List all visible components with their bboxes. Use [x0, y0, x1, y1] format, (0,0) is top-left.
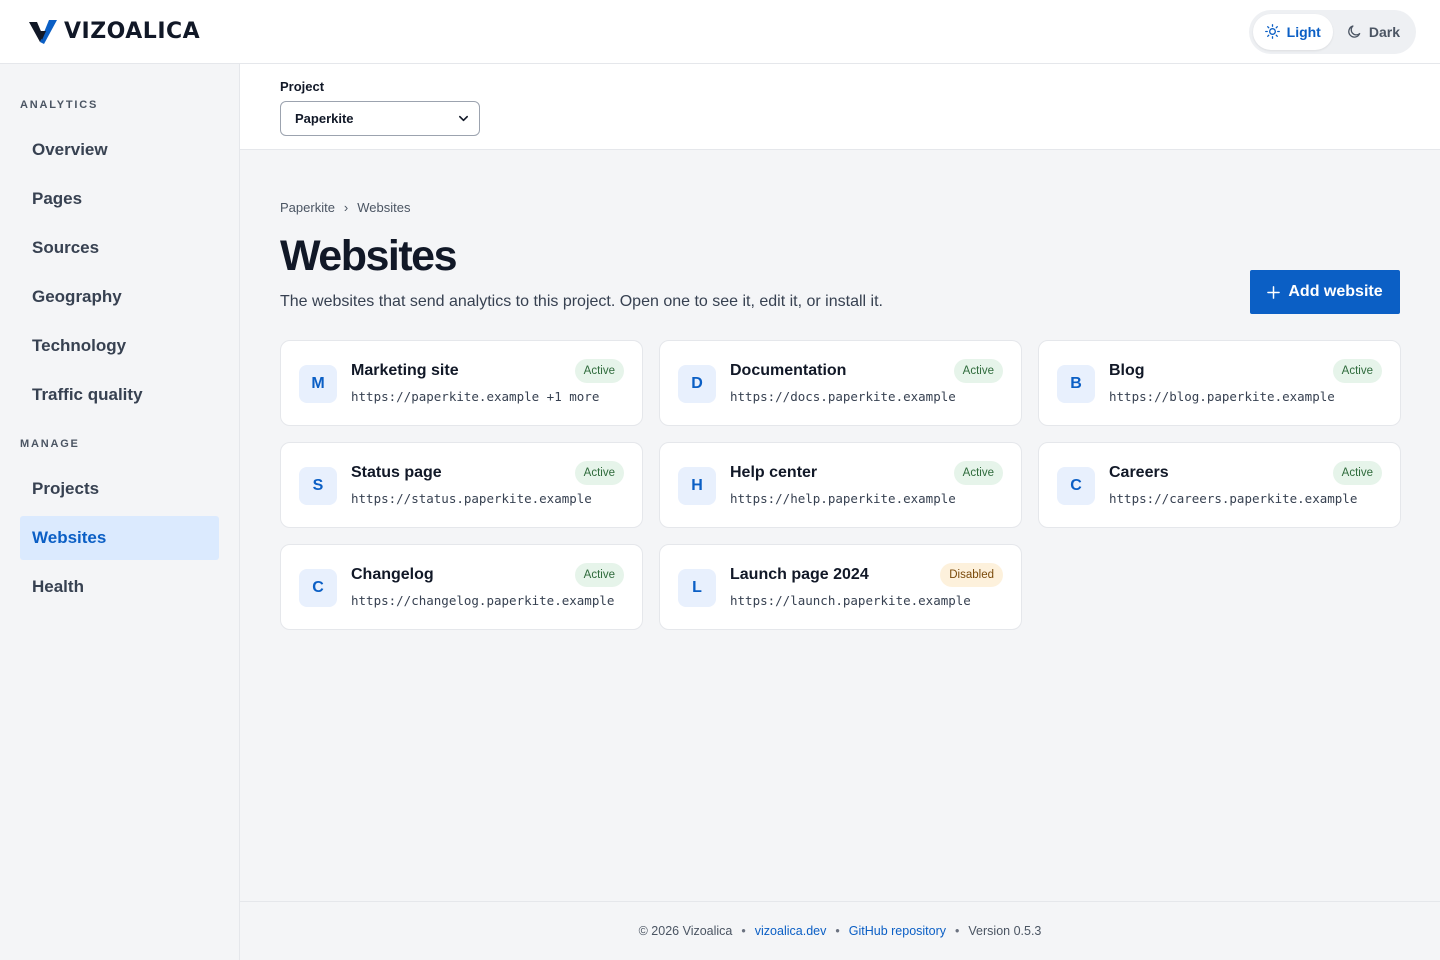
status-badge: Active	[574, 461, 624, 485]
status-badge: Active	[1332, 359, 1382, 383]
footer-separator: •	[741, 924, 746, 938]
sidebar: ANALYTICS Overview Pages Sources Geograp…	[0, 64, 240, 960]
project-bar: Project Paperkite	[240, 64, 1440, 150]
dark-theme-label: Dark	[1368, 23, 1400, 40]
website-avatar: D	[678, 365, 716, 403]
website-card[interactable]: L Launch page 2024 https://launch.paperk…	[659, 544, 1022, 630]
website-card[interactable]: H Help center https://help.paperkite.exa…	[659, 442, 1022, 528]
website-name: Status page	[351, 464, 442, 481]
sidebar-item-websites[interactable]: Websites	[20, 516, 219, 560]
website-url: https://careers.paperkite.example	[1109, 491, 1358, 506]
website-url: https://docs.paperkite.example	[730, 389, 956, 404]
sidebar-item-technology[interactable]: Technology	[20, 324, 219, 368]
website-name: Documentation	[730, 362, 847, 379]
sidebar-item-health[interactable]: Health	[20, 565, 219, 609]
plus-icon	[1267, 285, 1281, 299]
status-badge: Active	[1332, 461, 1382, 485]
dark-theme-button[interactable]: Dark	[1335, 14, 1412, 50]
website-avatar: S	[299, 467, 337, 505]
website-url: https://blog.paperkite.example	[1109, 389, 1335, 404]
status-badge: Active	[574, 563, 624, 587]
sidebar-item-geography[interactable]: Geography	[20, 275, 219, 319]
website-name: Launch page 2024	[730, 566, 869, 583]
website-avatar: C	[299, 569, 337, 607]
page-title: Websites	[280, 232, 458, 280]
website-name: Blog	[1109, 362, 1145, 379]
breadcrumb-project[interactable]: Paperkite	[280, 200, 335, 215]
main-content: Paperkite › Websites Websites The websit…	[240, 150, 1440, 902]
brand[interactable]: VIZOALICA	[28, 19, 200, 45]
moon-icon	[1348, 25, 1361, 38]
breadcrumb-current: Websites	[357, 200, 411, 215]
footer-version: Version 0.5.3	[968, 924, 1042, 938]
sidebar-item-overview[interactable]: Overview	[20, 128, 219, 172]
website-url: https://changelog.paperkite.example	[351, 593, 615, 608]
footer-separator: •	[955, 924, 960, 938]
website-avatar: B	[1057, 365, 1095, 403]
website-avatar: C	[1057, 467, 1095, 505]
status-badge: Disabled	[940, 563, 1003, 587]
sidebar-item-projects[interactable]: Projects	[20, 467, 219, 511]
footer-site-link[interactable]: vizoalica.dev	[755, 924, 827, 938]
website-card[interactable]: M Marketing site https://paperkite.examp…	[280, 340, 643, 426]
status-badge: Active	[574, 359, 624, 383]
nav-group-label-analytics: ANALYTICS	[20, 99, 99, 111]
website-name: Changelog	[351, 566, 434, 583]
footer-copyright: © 2026 Vizoalica	[638, 924, 733, 938]
website-avatar: L	[678, 569, 716, 607]
website-name: Help center	[730, 464, 818, 481]
project-label: Project	[280, 79, 325, 94]
sidebar-item-sources[interactable]: Sources	[20, 226, 219, 270]
website-card[interactable]: S Status page https://status.paperkite.e…	[280, 442, 643, 528]
sidebar-item-pages[interactable]: Pages	[20, 177, 219, 221]
light-theme-label: Light	[1286, 23, 1321, 40]
chevron-down-icon	[459, 115, 468, 122]
footer-repo-link[interactable]: GitHub repository	[849, 924, 946, 938]
add-website-label: Add website	[1288, 283, 1383, 300]
nav-group-label-manage: MANAGE	[20, 438, 80, 450]
website-url: https://launch.paperkite.example	[730, 593, 971, 608]
theme-toggle: Light Dark	[1248, 9, 1416, 54]
website-avatar: M	[299, 365, 337, 403]
light-theme-button[interactable]: Light	[1252, 13, 1333, 50]
website-avatar: H	[678, 467, 716, 505]
website-grid: M Marketing site https://paperkite.examp…	[280, 340, 1401, 630]
website-card[interactable]: C Careers https://careers.paperkite.exam…	[1038, 442, 1401, 528]
website-name: Careers	[1109, 464, 1169, 481]
top-bar: VIZOALICA Light Dark	[0, 0, 1440, 64]
website-name: Marketing site	[351, 362, 459, 379]
footer-separator: •	[835, 924, 840, 938]
page-subtitle: The websites that send analytics to this…	[280, 293, 883, 310]
add-website-button[interactable]: Add website	[1250, 270, 1400, 314]
status-badge: Active	[953, 359, 1003, 383]
website-card[interactable]: C Changelog https://changelog.paperkite.…	[280, 544, 643, 630]
footer: © 2026 Vizoalica • vizoalica.dev • GitHu…	[240, 901, 1440, 960]
sidebar-item-traffic-quality[interactable]: Traffic quality	[20, 373, 219, 417]
website-url: https://paperkite.example +1 more	[351, 389, 600, 404]
project-select[interactable]: Paperkite	[280, 101, 480, 136]
sun-icon	[1264, 24, 1280, 39]
breadcrumb-separator: ›	[343, 200, 349, 215]
project-select-value: Paperkite	[295, 111, 354, 126]
website-url: https://help.paperkite.example	[730, 491, 956, 506]
website-card[interactable]: B Blog https://blog.paperkite.example Ac…	[1038, 340, 1401, 426]
status-badge: Active	[953, 461, 1003, 485]
vizoalica-logo-icon	[29, 19, 57, 44]
website-card[interactable]: D Documentation https://docs.paperkite.e…	[659, 340, 1022, 426]
brand-name: VIZOALICA	[64, 19, 201, 44]
website-url: https://status.paperkite.example	[351, 491, 592, 506]
breadcrumb: Paperkite › Websites	[280, 200, 411, 215]
